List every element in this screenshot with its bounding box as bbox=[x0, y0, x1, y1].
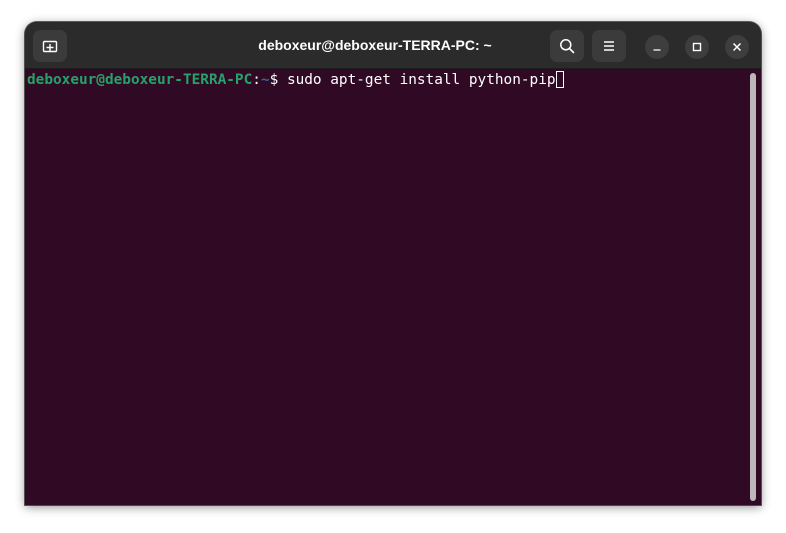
prompt-symbol: $ bbox=[269, 72, 287, 88]
terminal-view[interactable]: deboxeur@deboxeur-TERRA-PC:~$ sudo apt-g… bbox=[25, 69, 761, 505]
search-icon bbox=[560, 39, 575, 54]
terminal-window: deboxeur@deboxeur-TERRA-PC: ~ deboxeur@d… bbox=[25, 22, 761, 505]
text-cursor bbox=[555, 71, 564, 88]
scrollbar[interactable] bbox=[750, 73, 756, 501]
menu-button[interactable] bbox=[592, 30, 626, 62]
command-text: sudo apt-get install python-pip bbox=[286, 72, 556, 88]
new-tab-icon bbox=[42, 40, 58, 53]
close-icon bbox=[732, 42, 742, 52]
maximize-button[interactable] bbox=[685, 35, 709, 59]
hamburger-menu-icon bbox=[604, 41, 614, 51]
search-button[interactable] bbox=[550, 30, 584, 62]
minimize-icon bbox=[653, 49, 661, 51]
prompt-path: ~ bbox=[260, 72, 270, 88]
headerbar: deboxeur@deboxeur-TERRA-PC: ~ bbox=[25, 22, 761, 69]
window-title: deboxeur@deboxeur-TERRA-PC: ~ bbox=[258, 37, 492, 53]
prompt-separator: : bbox=[252, 72, 261, 88]
close-button[interactable] bbox=[725, 35, 749, 59]
command-line[interactable]: deboxeur@deboxeur-TERRA-PC:~$ sudo apt-g… bbox=[27, 69, 564, 91]
new-tab-button[interactable] bbox=[33, 30, 67, 62]
maximize-icon bbox=[692, 42, 702, 52]
prompt-user-host: deboxeur@deboxeur-TERRA-PC bbox=[27, 72, 253, 88]
minimize-button[interactable] bbox=[645, 35, 669, 59]
